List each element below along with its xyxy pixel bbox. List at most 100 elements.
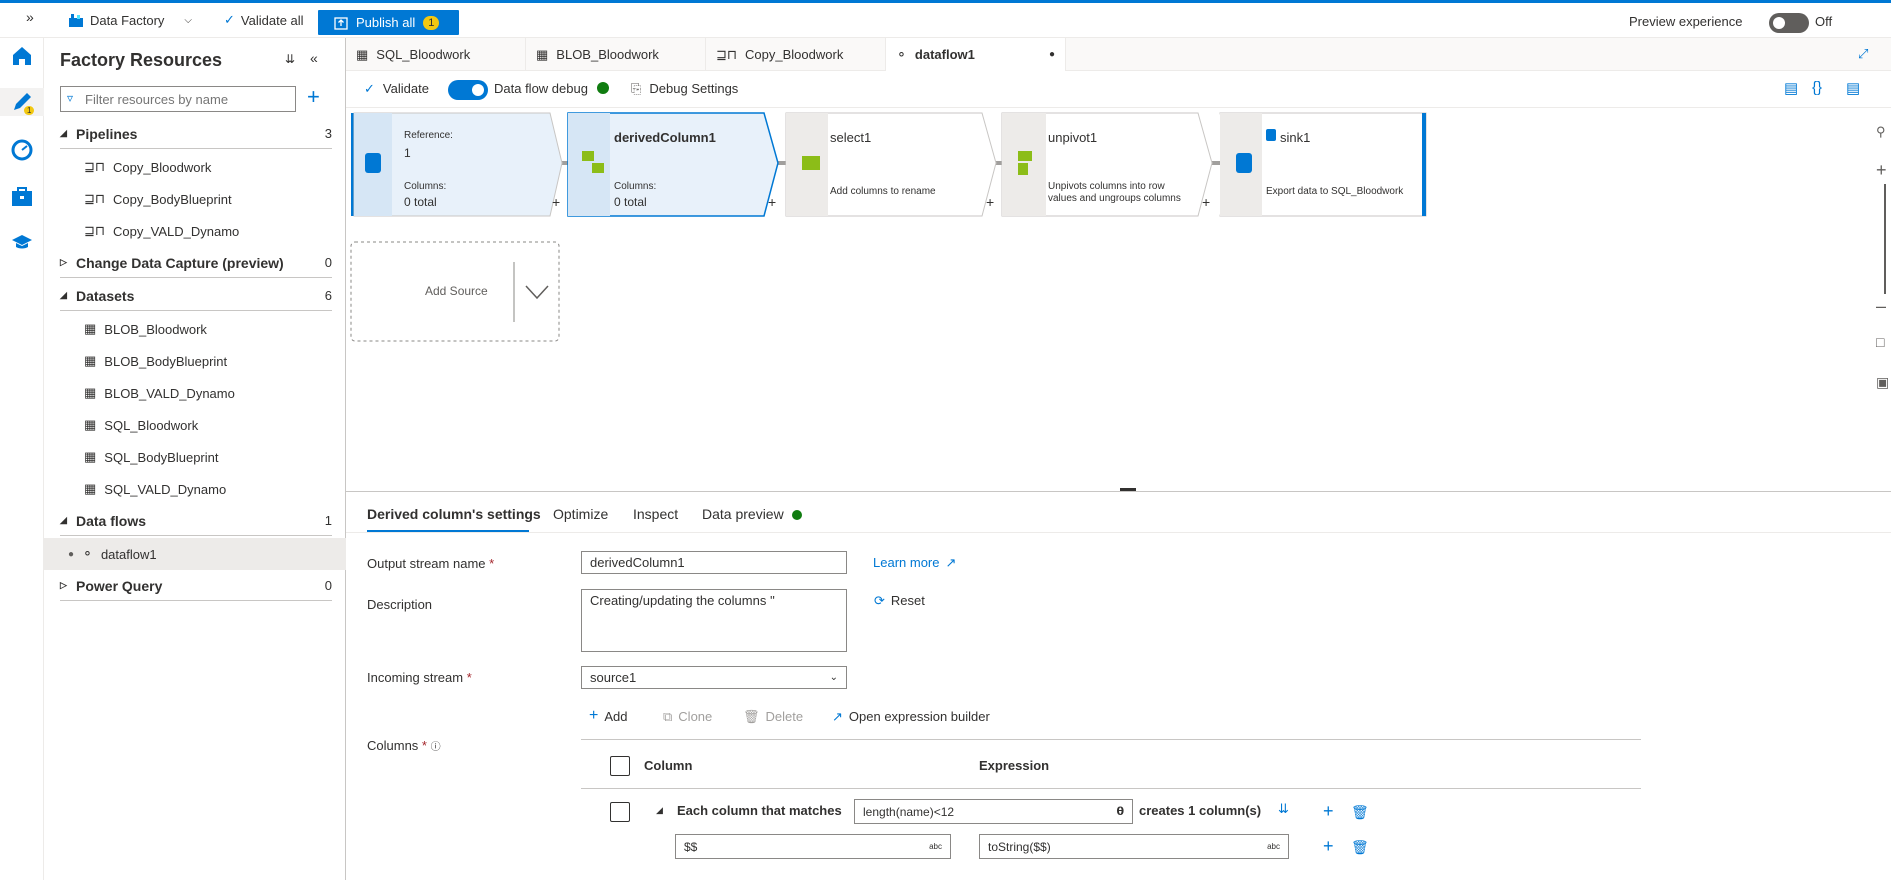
- publish-all-button[interactable]: Publish all 1: [318, 10, 459, 35]
- hide-panel-icon[interactable]: «: [310, 50, 318, 66]
- list-item[interactable]: ▦ BLOB_VALD_Dynamo: [44, 377, 346, 409]
- validate-all-button[interactable]: ✓ Validate all: [224, 12, 304, 28]
- zoom-slider[interactable]: [1884, 184, 1886, 294]
- section-cdc[interactable]: ▷ Change Data Capture (preview) 0: [60, 248, 332, 278]
- select-all-checkbox[interactable]: [610, 756, 630, 776]
- expanded-triangle-icon: ◢: [60, 290, 67, 300]
- list-item[interactable]: ▦ SQL_VALD_Dynamo: [44, 473, 346, 505]
- reset-icon: ⟳: [874, 593, 885, 608]
- debug-settings-button[interactable]: ⎘ Debug Settings: [631, 81, 738, 97]
- collapse-all-icon[interactable]: ⇊: [285, 52, 295, 66]
- tab-derived-column-settings[interactable]: Derived column's settings: [367, 506, 541, 522]
- add-row-icon[interactable]: +: [1323, 837, 1334, 855]
- tab-data-preview[interactable]: Data preview: [702, 506, 784, 522]
- sink-node[interactable]: sink1 Export data to SQL_Bloodwork: [1220, 113, 1426, 216]
- list-item[interactable]: ▦ SQL_Bloodwork: [44, 409, 346, 441]
- preview-experience-label: Preview experience: [1629, 14, 1743, 29]
- author-icon[interactable]: 1: [0, 88, 44, 116]
- list-item[interactable]: ⊒⊓ Copy_BodyBlueprint: [44, 183, 346, 215]
- add-column-button[interactable]: + Add: [589, 708, 627, 725]
- auto-align-icon[interactable]: ▣: [1876, 374, 1889, 391]
- home-icon[interactable]: [8, 42, 36, 70]
- database-icon: [1266, 129, 1276, 141]
- zoom-in-icon[interactable]: +: [1876, 160, 1887, 181]
- learning-center-icon[interactable]: [8, 228, 36, 256]
- manage-icon[interactable]: [8, 183, 36, 211]
- list-item[interactable]: ▦ BLOB_Bloodwork: [44, 313, 346, 345]
- section-count: 0: [324, 255, 332, 270]
- tab-label: SQL_Bloodwork: [376, 47, 471, 62]
- section-count: 6: [324, 288, 332, 303]
- tab-optimize[interactable]: Optimize: [553, 506, 608, 522]
- properties-icon[interactable]: ▤: [1846, 79, 1860, 97]
- incoming-stream-value: source1: [590, 670, 637, 685]
- select-node[interactable]: select1 Add columns to rename: [786, 113, 996, 216]
- incoming-stream-select[interactable]: source1 ⌄: [581, 666, 847, 689]
- divider: [581, 788, 1641, 789]
- list-item[interactable]: ⊒⊓ Copy_VALD_Dynamo: [44, 215, 346, 247]
- clone-button[interactable]: ⧉ Clone: [663, 709, 712, 725]
- section-datasets[interactable]: ◢ Datasets 6: [60, 281, 332, 311]
- add-row-icon[interactable]: +: [1323, 802, 1334, 820]
- code-icon[interactable]: {}: [1812, 79, 1822, 96]
- output-stream-input[interactable]: [581, 551, 847, 574]
- section-dataflows[interactable]: ◢ Data flows 1: [60, 506, 332, 536]
- expand-double-chevron-icon[interactable]: ⇊: [1278, 801, 1289, 817]
- data-factory-selector[interactable]: Data Factory ⌵: [68, 12, 192, 28]
- tab-inspect[interactable]: Inspect: [633, 506, 678, 522]
- tab-sql-bloodwork[interactable]: ▦ SQL_Bloodwork: [346, 38, 526, 71]
- open-expression-builder-button[interactable]: ↗ Open expression builder: [832, 709, 990, 725]
- unpivot-node[interactable]: unpivot1 Unpivots columns into row value…: [1002, 113, 1212, 216]
- delete-button[interactable]: 🗑 Delete: [743, 709, 803, 725]
- list-item[interactable]: ▦ BLOB_BodyBlueprint: [44, 345, 346, 377]
- script-icon[interactable]: ▤: [1784, 79, 1798, 97]
- reset-label: Reset: [890, 593, 925, 608]
- top-bar: » Data Factory ⌵ ✓ Validate all Publish …: [0, 0, 1891, 38]
- zoom-search-icon[interactable]: ⚲: [1876, 124, 1886, 140]
- add-source-dropdown[interactable]: [514, 260, 558, 320]
- collapse-triangle-icon[interactable]: ◢: [656, 805, 663, 816]
- column-name-input[interactable]: $$ abc: [675, 834, 951, 859]
- delete-row-icon[interactable]: 🗑: [1351, 838, 1369, 856]
- expression-input[interactable]: toString($$) abc: [979, 834, 1289, 859]
- node-description: Add columns to rename: [830, 186, 936, 197]
- description-textarea[interactable]: Creating/updating the columns '': [581, 589, 847, 652]
- tab-dataflow1[interactable]: ⚬ dataflow1 ●: [886, 38, 1066, 71]
- data-flow-debug-toggle[interactable]: [448, 80, 488, 100]
- list-item[interactable]: ● ⚬ dataflow1: [44, 538, 346, 570]
- factory-label: Data Factory: [90, 12, 165, 28]
- delete-row-icon[interactable]: 🗑: [1351, 803, 1369, 821]
- add-source-button[interactable]: Add Source: [425, 284, 488, 298]
- add-resource-icon[interactable]: +: [307, 84, 320, 110]
- list-item[interactable]: ⊒⊓ Copy_Bloodwork: [44, 151, 346, 183]
- debug-settings-label: Debug Settings: [649, 81, 739, 96]
- derived-column-node[interactable]: derivedColumn1 Columns: 0 total: [568, 113, 778, 216]
- section-pipelines[interactable]: ◢ Pipelines 3: [60, 119, 332, 149]
- section-power-query[interactable]: ▷ Power Query 0: [60, 571, 332, 601]
- chevron-down-icon: ⌄: [829, 672, 838, 683]
- source-node[interactable]: Reference: 1 Columns: 0 total: [354, 113, 562, 216]
- validate-button[interactable]: ✓ Validate: [364, 81, 429, 97]
- add-transform-button[interactable]: +: [1202, 194, 1210, 210]
- add-transform-button[interactable]: +: [768, 194, 776, 210]
- maximize-icon[interactable]: ⤢: [1858, 46, 1868, 62]
- list-item[interactable]: ▦ SQL_BodyBlueprint: [44, 441, 346, 473]
- monitor-icon[interactable]: [8, 136, 36, 164]
- zoom-to-fit-icon[interactable]: □: [1876, 334, 1884, 350]
- pattern-condition-input[interactable]: length(name)<12 𝝷: [854, 799, 1133, 824]
- add-transform-button[interactable]: +: [552, 194, 560, 210]
- tab-copy-bloodwork[interactable]: ⊒⊓ Copy_Bloodwork: [706, 38, 886, 71]
- filter-resources-input[interactable]: [60, 86, 296, 112]
- collapse-rail-icon[interactable]: »: [26, 9, 34, 25]
- zoom-out-icon[interactable]: –: [1876, 296, 1886, 317]
- tab-label: dataflow1: [914, 47, 975, 62]
- tab-blob-bloodwork[interactable]: ▦ BLOB_Bloodwork: [526, 38, 706, 71]
- reset-button[interactable]: ⟳ Reset: [874, 593, 925, 609]
- debug-status-icon: [597, 82, 609, 94]
- preview-experience-toggle[interactable]: [1769, 13, 1809, 33]
- learn-more-link[interactable]: Learn more ↗: [873, 555, 956, 571]
- table-icon: ▦: [84, 321, 97, 336]
- add-transform-button[interactable]: +: [986, 194, 994, 210]
- item-label: BLOB_BodyBlueprint: [104, 353, 228, 369]
- row-checkbox[interactable]: [610, 802, 630, 822]
